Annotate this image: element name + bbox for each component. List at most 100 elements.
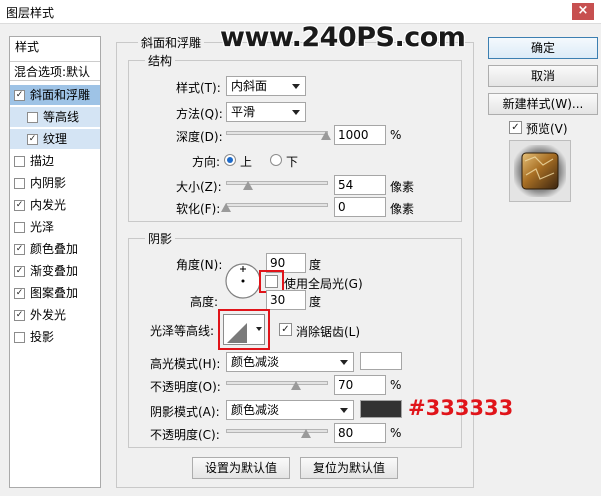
cancel-button[interactable]: 取消 [488,65,598,87]
shadow-mode-dropdown[interactable]: 颜色减淡 [226,400,354,420]
shadow-opacity-slider[interactable] [226,429,328,433]
direction-down-label: 下 [286,155,299,169]
contour-checkbox[interactable] [27,112,38,123]
chevron-down-icon [292,84,300,89]
list-item-label: 纹理 [43,132,68,146]
list-item-label: 渐变叠加 [30,264,79,278]
gradient-overlay-checkbox[interactable]: ✓ [14,266,25,277]
technique-label: 方法(Q): [176,107,223,121]
close-button[interactable]: × [572,3,594,20]
style-dropdown-value: 内斜面 [231,79,268,93]
drop-shadow-checkbox[interactable] [14,332,25,343]
soften-slider-handle[interactable] [221,203,231,212]
shadow-color-swatch[interactable] [360,400,402,418]
stroke-checkbox[interactable] [14,156,25,167]
depth-slider[interactable] [226,131,328,135]
color-overlay-checkbox[interactable]: ✓ [14,244,25,255]
make-default-button[interactable]: 设置为默认值 [192,457,290,479]
shading-title: 阴影 [145,230,176,247]
list-item-pattern-overlay[interactable]: ✓ 图案叠加 [10,283,100,303]
bevel-emboss-checkbox[interactable]: ✓ [14,90,25,101]
altitude-input[interactable]: 30 [266,290,306,310]
preview-checkbox[interactable]: ✓ [509,121,522,134]
soften-unit: 像素 [390,202,415,216]
list-item-satin[interactable]: 光泽 [10,217,100,237]
watermark-text: www.240PS.com [220,22,466,53]
direction-up-label: 上 [240,155,253,169]
style-preview-image [514,145,566,197]
angle-unit: 度 [309,258,322,272]
depth-slider-handle[interactable] [321,131,331,140]
shadow-opacity-input[interactable]: 80 [334,423,386,443]
pattern-overlay-checkbox[interactable]: ✓ [14,288,25,299]
bevel-emboss-title: 斜面和浮雕 [138,34,205,51]
highlight-opacity-unit: % [390,378,402,392]
contour-curve-icon [227,323,247,343]
list-item-stroke[interactable]: 描边 [10,151,100,171]
size-unit: 像素 [390,180,415,194]
list-item-outer-glow[interactable]: ✓ 外发光 [10,305,100,325]
highlight-opacity-slider-handle[interactable] [291,381,301,390]
angle-dial[interactable] [224,262,262,300]
soften-label: 软化(F): [176,202,221,216]
altitude-unit: 度 [309,295,322,309]
highlight-opacity-input[interactable]: 70 [334,375,386,395]
inner-shadow-checkbox[interactable] [14,178,25,189]
shadow-mode-value: 颜色减淡 [231,403,280,417]
altitude-label: 高度: [190,295,219,309]
list-item-label: 投影 [30,330,55,344]
new-style-button[interactable]: 新建样式(W)... [488,93,598,115]
list-item-label: 颜色叠加 [30,242,79,256]
soften-input[interactable]: 0 [334,197,386,217]
inner-glow-checkbox[interactable]: ✓ [14,200,25,211]
list-item-inner-glow[interactable]: ✓ 内发光 [10,195,100,215]
gloss-contour-picker[interactable] [223,314,265,345]
chevron-down-icon [292,110,300,115]
size-slider[interactable] [226,181,328,185]
list-item-label: 内发光 [30,198,67,212]
depth-unit: % [390,128,402,142]
size-label: 大小(Z): [176,180,222,194]
chevron-down-icon [340,360,348,365]
list-item-label: 描边 [30,154,55,168]
list-item-label: 外发光 [30,308,67,322]
list-item-texture[interactable]: ✓ 纹理 [10,129,100,149]
window-title: 图层样式 [6,6,55,20]
size-input[interactable]: 54 [334,175,386,195]
list-header-styles[interactable]: 样式 [10,37,100,57]
list-item-blending-options[interactable]: 混合选项:默认 [10,61,100,81]
highlight-opacity-slider[interactable] [226,381,328,385]
title-bar [0,0,601,24]
direction-down-radio[interactable] [270,154,282,166]
depth-input[interactable]: 1000 [334,125,386,145]
satin-checkbox[interactable] [14,222,25,233]
global-light-checkbox[interactable] [265,275,278,288]
list-item-inner-shadow[interactable]: 内阴影 [10,173,100,193]
chevron-down-icon [256,327,262,331]
highlight-color-swatch[interactable] [360,352,402,370]
list-item-label: 光泽 [30,220,55,234]
chevron-down-icon [340,408,348,413]
highlight-mode-label: 高光模式(H): [150,357,221,371]
technique-dropdown[interactable]: 平滑 [226,102,306,122]
list-item-gradient-overlay[interactable]: ✓ 渐变叠加 [10,261,100,281]
list-item-bevel-emboss[interactable]: ✓ 斜面和浮雕 [10,85,100,105]
antialias-checkbox[interactable]: ✓ [279,323,292,336]
shadow-opacity-slider-handle[interactable] [301,429,311,438]
antialias-label: 消除锯齿(L) [296,325,361,339]
gloss-contour-label: 光泽等高线: [150,324,215,338]
soften-slider[interactable] [226,203,328,207]
highlight-mode-dropdown[interactable]: 颜色减淡 [226,352,354,372]
style-dropdown[interactable]: 内斜面 [226,76,306,96]
highlight-mode-value: 颜色减淡 [231,355,280,369]
reset-default-button[interactable]: 复位为默认值 [300,457,398,479]
list-item-contour[interactable]: 等高线 [10,107,100,127]
texture-checkbox[interactable]: ✓ [27,134,38,145]
list-item-color-overlay[interactable]: ✓ 颜色叠加 [10,239,100,259]
outer-glow-checkbox[interactable]: ✓ [14,310,25,321]
angle-label: 角度(N): [176,258,223,272]
size-slider-handle[interactable] [243,181,253,190]
list-item-drop-shadow[interactable]: 投影 [10,327,100,347]
direction-up-radio[interactable] [224,154,236,166]
ok-button[interactable]: 确定 [488,37,598,59]
